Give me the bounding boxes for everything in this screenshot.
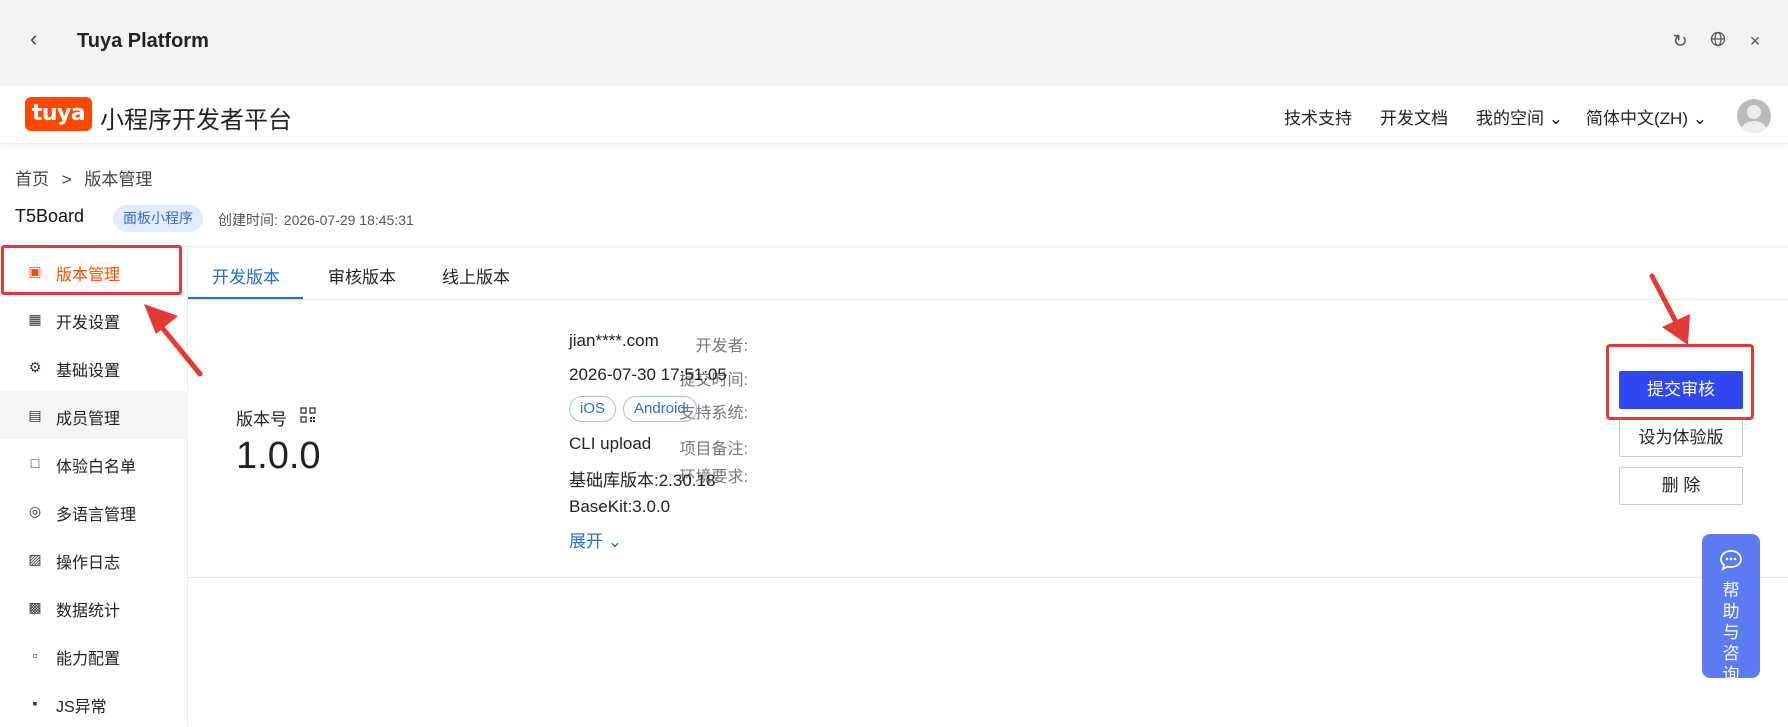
bar-chart-icon: ▩ <box>28 599 42 615</box>
app-name: T5Board <box>15 206 85 226</box>
sidebar-item-label: 数据统计 <box>56 603 121 620</box>
window-titlebar: ‹ Tuya Platform ↻ × <box>0 0 1788 86</box>
version-card: 版本号 1.0.0 开发者: jian****.com 提交时间: 2026-0… <box>188 300 1788 578</box>
tab-active-indicator <box>188 297 303 299</box>
globe-icon: ◎ <box>28 503 42 519</box>
nav-dev-docs[interactable]: 开发文档 <box>1380 104 1448 129</box>
nav-my-space-label: 我的空间 <box>1476 109 1544 128</box>
chevron-down-icon: ⌄ <box>603 532 622 551</box>
expand-label: 展开 <box>569 532 603 551</box>
chevron-down-icon: ⌄ <box>1544 109 1563 128</box>
sidebar-item-label: 开发设置 <box>56 315 121 332</box>
nav-language[interactable]: 简体中文(ZH) ⌄ <box>1586 104 1707 129</box>
sidebar-item-label: 能力配置 <box>56 651 121 668</box>
avatar[interactable] <box>1737 99 1771 133</box>
globe-icon[interactable] <box>1707 30 1729 52</box>
tab-online-version[interactable]: 线上版本 <box>442 263 510 288</box>
sidebar-item-label: 基础设置 <box>56 363 121 380</box>
sidebar-item-operation-log[interactable]: ▨ 操作日志 <box>0 535 188 583</box>
breadcrumb-home[interactable]: 首页 <box>15 170 49 189</box>
gear-icon: ⚙ <box>28 359 42 375</box>
js-error-icon: ▪ <box>32 695 38 711</box>
tab-review-version[interactable]: 审核版本 <box>328 263 396 288</box>
nav-tech-support[interactable]: 技术支持 <box>1284 104 1352 129</box>
app-type-badge: 面板小程序 <box>113 205 203 232</box>
created-time-label: 创建时间: <box>218 212 278 228</box>
env-base-version: 基础库版本:2.30.18 <box>569 471 716 490</box>
system-tag-android: Android <box>623 396 697 422</box>
refresh-icon[interactable]: ↻ <box>1669 30 1691 52</box>
chevron-down-icon: ⌄ <box>1687 109 1707 128</box>
nav-language-label: 简体中文(ZH) <box>1586 109 1688 128</box>
qr-code-icon[interactable] <box>300 407 316 423</box>
annotation-box-submit <box>1606 344 1754 420</box>
back-icon[interactable]: ‹ <box>30 28 52 50</box>
sidebar-item-whitelist[interactable]: □ 体验白名单 <box>0 439 188 487</box>
sidebar-item-js-errors[interactable]: ▪ JS异常 <box>0 679 188 727</box>
sidebar-item-label: 体验白名单 <box>56 459 137 476</box>
tab-dev-version[interactable]: 开发版本 <box>212 263 280 288</box>
system-tag-ios: iOS <box>569 396 617 422</box>
env-basekit: BaseKit:3.0.0 <box>569 497 671 516</box>
version-tabs: 开发版本 审核版本 线上版本 <box>188 247 1788 300</box>
member-icon: ▤ <box>28 407 42 423</box>
annotation-box-sidebar <box>1 245 182 295</box>
tuya-logo[interactable]: tuya <box>25 97 92 131</box>
nav-my-space[interactable]: 我的空间 ⌄ <box>1476 104 1563 129</box>
version-number: 1.0.0 <box>236 435 321 477</box>
remark-value: CLI upload <box>569 434 652 453</box>
developer-value: jian****.com <box>569 331 659 350</box>
sidebar-item-label: JS异常 <box>56 699 107 716</box>
sidebar-item-label: 多语言管理 <box>56 507 137 524</box>
sidebar-item-statistics[interactable]: ▩ 数据统计 <box>0 583 188 631</box>
platform-name: 小程序开发者平台 <box>100 107 292 134</box>
created-time: 创建时间: 2026-07-29 18:45:31 <box>216 210 414 230</box>
config-icon: ▫ <box>32 647 38 663</box>
version-label: 版本号 <box>236 410 287 429</box>
created-time-value: 2026-07-29 18:45:31 <box>283 212 414 228</box>
breadcrumb: 首页 > 版本管理 <box>15 165 160 190</box>
close-icon[interactable]: × <box>1744 30 1766 52</box>
help-consult-button[interactable]: 帮助与咨询 <box>1702 534 1760 684</box>
sidebar: ▣ 版本管理 ▦ 开发设置 ⚙ 基础设置 ▤ 成员管理 □ 体验白名单 ◎ 多语… <box>0 247 188 726</box>
chat-bubble-icon <box>1719 549 1743 571</box>
sidebar-item-dev-settings[interactable]: ▦ 开发设置 <box>0 295 188 343</box>
sidebar-item-label: 操作日志 <box>56 555 121 572</box>
log-icon: ▨ <box>28 551 42 567</box>
whitelist-icon: □ <box>30 455 40 471</box>
delete-button[interactable]: 删 除 <box>1619 467 1743 505</box>
sidebar-item-label: 成员管理 <box>56 411 121 428</box>
terminal-icon: ▦ <box>28 311 42 327</box>
set-experience-button[interactable]: 设为体验版 <box>1619 419 1743 457</box>
breadcrumb-separator: > <box>61 170 72 189</box>
top-header: tuya 小程序开发者平台 技术支持 开发文档 我的空间 ⌄ 简体中文(ZH) … <box>0 86 1788 144</box>
window-title: Tuya Platform <box>77 30 209 52</box>
breadcrumb-current: 版本管理 <box>84 170 153 189</box>
help-label: 帮助与咨询 <box>1722 581 1740 684</box>
sidebar-item-i18n[interactable]: ◎ 多语言管理 <box>0 487 188 535</box>
sidebar-item-members[interactable]: ▤ 成员管理 <box>0 391 188 439</box>
sidebar-item-basic-settings[interactable]: ⚙ 基础设置 <box>0 343 188 391</box>
submit-time-value: 2026-07-30 17:51:05 <box>569 365 727 384</box>
expand-link[interactable]: 展开 ⌄ <box>569 527 622 552</box>
sidebar-item-capability-config[interactable]: ▫ 能力配置 <box>0 631 188 679</box>
